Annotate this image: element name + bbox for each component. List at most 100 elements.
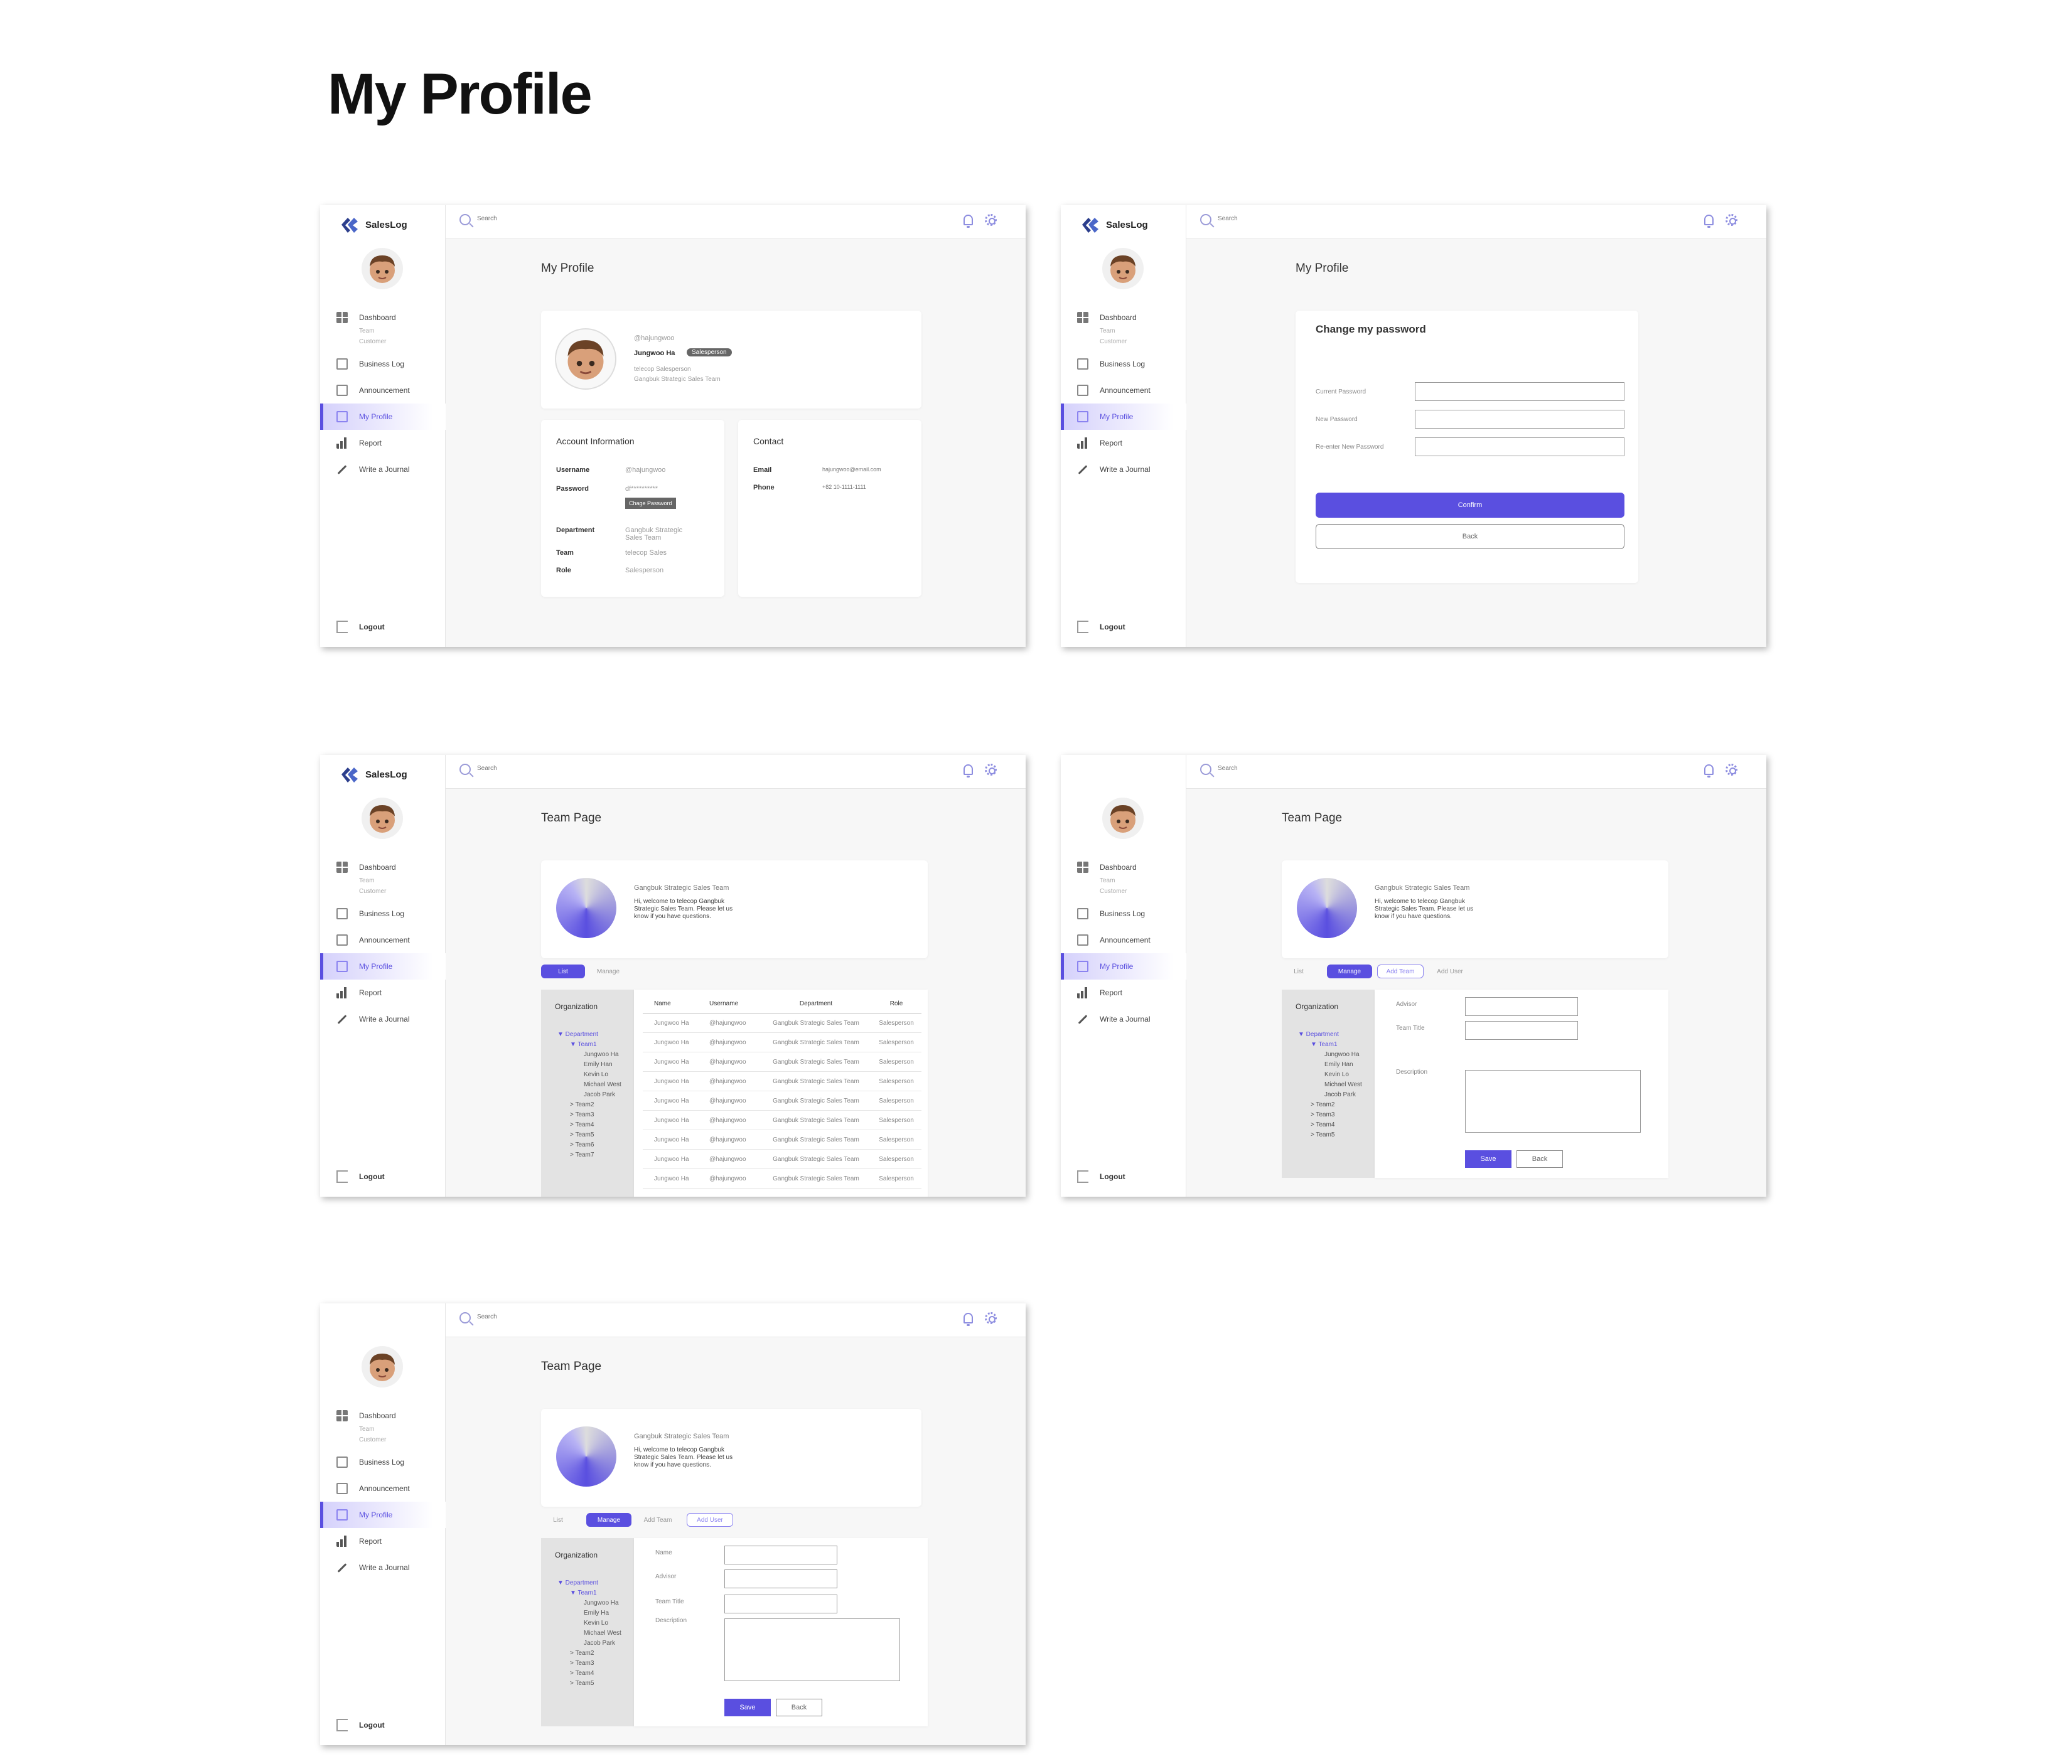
col-role[interactable]: Role <box>871 1000 921 1007</box>
bell-icon[interactable] <box>964 215 973 228</box>
sidebar-item-report[interactable]: Report <box>320 430 446 456</box>
description-textarea[interactable] <box>1465 1070 1641 1133</box>
table-row[interactable]: Jungwoo Ha @hajungwoo Gangbuk Strategic Sa… <box>643 1169 921 1189</box>
tree-member[interactable]: Jungwoo Ha <box>557 1598 634 1608</box>
save-button[interactable]: Save <box>724 1699 771 1716</box>
sidebar-item-dashboard[interactable]: Dashboard <box>1061 304 1186 331</box>
tree-member[interactable]: Emily Han <box>557 1060 634 1070</box>
tree-team[interactable]: > Team4 <box>557 1120 634 1130</box>
tree-team1[interactable]: ▼ Team1 <box>557 1040 634 1050</box>
sidebar-item-announcement[interactable]: Announcement <box>320 1475 446 1502</box>
sidebar-item-customer[interactable]: Customer <box>359 886 446 897</box>
back-button[interactable]: Back <box>1316 524 1624 549</box>
sidebar-item-announcement[interactable]: Announcement <box>320 927 446 953</box>
table-row[interactable]: Jungwoo Ha @hajungwoo Gangbuk Strategic Sa… <box>643 1052 921 1072</box>
sidebar-item-my-profile[interactable]: My Profile <box>320 1502 446 1528</box>
tree-member[interactable]: Michael West <box>1298 1080 1375 1090</box>
tree-member[interactable]: Jungwoo Ha <box>557 1050 634 1060</box>
logo[interactable]: SalesLog <box>339 764 407 785</box>
tree-team[interactable]: > Team2 <box>557 1100 634 1110</box>
sidebar-item-report[interactable]: Report <box>320 1528 446 1554</box>
tree-member[interactable]: Jungwoo Ha <box>1298 1050 1375 1060</box>
sidebar-item-business-log[interactable]: Business Log <box>1061 351 1186 377</box>
table-row[interactable]: Jungwoo Ha @hajungwoo Gangbuk Strategic Sa… <box>643 1150 921 1169</box>
table-row[interactable]: Jungwoo Ha @hajungwoo Gangbuk Strategic Sa… <box>643 1091 921 1111</box>
tree-team[interactable]: > Team4 <box>557 1669 634 1679</box>
save-button[interactable]: Save <box>1465 1150 1511 1168</box>
sidebar-item-write-journal[interactable]: Write a Journal <box>1061 456 1186 483</box>
change-password-button[interactable]: Chage Password <box>625 498 676 509</box>
logout-button[interactable]: Logout <box>336 1719 385 1731</box>
tab-add-team[interactable]: Add Team <box>1377 965 1424 978</box>
tree-team1[interactable]: ▼ Team1 <box>557 1588 634 1598</box>
sidebar-item-announcement[interactable]: Announcement <box>320 377 446 404</box>
tab-list[interactable]: List <box>541 965 585 978</box>
sidebar-item-write-journal[interactable]: Write a Journal <box>320 1554 446 1581</box>
tree-department[interactable]: ▼ Department <box>1298 1030 1375 1040</box>
tree-team[interactable]: > Team3 <box>1298 1110 1375 1120</box>
tree-team[interactable]: > Team2 <box>557 1649 634 1659</box>
search-input[interactable] <box>477 215 665 222</box>
tree-department[interactable]: ▼ Department <box>557 1030 634 1040</box>
avatar[interactable] <box>1102 248 1144 289</box>
search-icon[interactable] <box>459 214 471 225</box>
sidebar-item-customer[interactable]: Customer <box>359 1435 446 1445</box>
logout-button[interactable]: Logout <box>1077 621 1125 633</box>
search-input[interactable] <box>477 1313 665 1320</box>
gear-icon[interactable] <box>985 764 997 776</box>
tree-member[interactable]: Michael West <box>557 1080 634 1090</box>
sidebar-item-my-profile[interactable]: My Profile <box>320 953 446 980</box>
tree-team[interactable]: > Team3 <box>557 1659 634 1669</box>
profile-avatar[interactable] <box>555 328 616 390</box>
tab-manage[interactable]: Manage <box>588 965 629 978</box>
gear-icon[interactable] <box>985 1312 997 1324</box>
table-row[interactable]: Jungwoo Ha @hajungwoo Gangbuk Strategic Sa… <box>643 1130 921 1150</box>
tab-add-user[interactable]: Add User <box>1427 965 1473 978</box>
name-input[interactable] <box>724 1546 837 1564</box>
logout-button[interactable]: Logout <box>1077 1170 1125 1183</box>
back-button[interactable]: Back <box>776 1699 822 1716</box>
tree-team[interactable]: > Team6 <box>557 1140 634 1150</box>
table-row[interactable]: Jungwoo Ha @hajungwoo Gangbuk Strategic Sa… <box>643 1072 921 1091</box>
search-icon[interactable] <box>459 1312 471 1323</box>
team-title-input[interactable] <box>724 1595 837 1613</box>
tab-manage[interactable]: Manage <box>586 1513 631 1527</box>
advisor-input[interactable] <box>724 1569 837 1588</box>
reenter-password-input[interactable] <box>1415 437 1624 456</box>
gear-icon[interactable] <box>1726 214 1737 226</box>
col-name[interactable]: Name <box>643 1000 703 1007</box>
tab-manage[interactable]: Manage <box>1327 965 1372 978</box>
tree-member[interactable]: Emily Ha <box>557 1608 634 1618</box>
table-row[interactable]: Jungwoo Ha @hajungwoo Gangbuk Strategic Sa… <box>643 1013 921 1033</box>
sidebar-item-dashboard[interactable]: Dashboard <box>320 304 446 331</box>
description-textarea[interactable] <box>724 1618 900 1681</box>
current-password-input[interactable] <box>1415 382 1624 401</box>
gear-icon[interactable] <box>1726 764 1737 776</box>
sidebar-item-business-log[interactable]: Business Log <box>320 351 446 377</box>
sidebar-item-report[interactable]: Report <box>1061 430 1186 456</box>
tree-member[interactable]: Michael West <box>557 1628 634 1638</box>
tree-member[interactable]: Kevin Lo <box>557 1618 634 1628</box>
col-department[interactable]: Department <box>761 1000 871 1007</box>
avatar[interactable] <box>362 798 403 839</box>
back-button[interactable]: Back <box>1516 1150 1563 1168</box>
sidebar-item-business-log[interactable]: Business Log <box>320 1449 446 1475</box>
search-icon[interactable] <box>1200 764 1211 775</box>
sidebar-item-business-log[interactable]: Business Log <box>320 901 446 927</box>
sidebar-item-business-log[interactable]: Business Log <box>1061 901 1186 927</box>
search-input[interactable] <box>1218 765 1406 772</box>
bell-icon[interactable] <box>964 764 973 778</box>
sidebar-item-announcement[interactable]: Announcement <box>1061 377 1186 404</box>
bell-icon[interactable] <box>964 1313 973 1326</box>
table-row[interactable]: Jungwoo Ha @hajungwoo Gangbuk Strategic Sa… <box>643 1111 921 1130</box>
tree-team[interactable]: > Team3 <box>557 1110 634 1120</box>
tree-team1[interactable]: ▼ Team1 <box>1298 1040 1375 1050</box>
sidebar-item-my-profile[interactable]: My Profile <box>320 404 446 430</box>
sidebar-item-customer[interactable]: Customer <box>1100 336 1186 347</box>
tab-list[interactable]: List <box>541 1513 575 1527</box>
new-password-input[interactable] <box>1415 410 1624 429</box>
search-input[interactable] <box>1218 215 1406 222</box>
tree-team[interactable]: > Team2 <box>1298 1100 1375 1110</box>
team-title-input[interactable] <box>1465 1021 1578 1040</box>
avatar[interactable] <box>362 1346 403 1387</box>
